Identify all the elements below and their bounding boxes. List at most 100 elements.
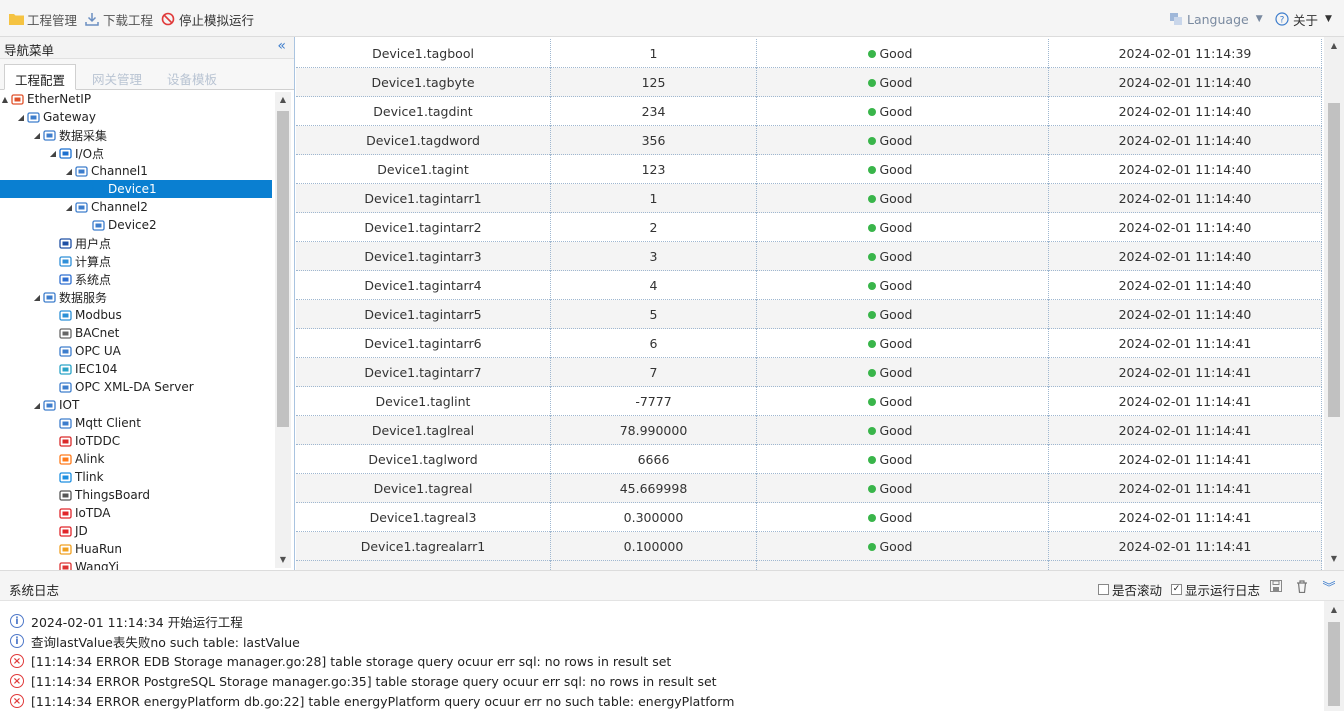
collapse-sidebar-icon[interactable]: « <box>277 38 286 54</box>
log-scroll-thumb[interactable] <box>1328 622 1340 706</box>
tab-project-config[interactable]: 工程配置 <box>4 64 77 90</box>
tree-node-device1[interactable]: Device1 <box>0 180 272 198</box>
gateway-icon <box>26 110 41 124</box>
download-project-button[interactable]: 下载工程 <box>84 10 153 28</box>
tag-name-cell: Device1.tagintarr1 <box>296 184 551 213</box>
tree-node-jd[interactable]: JD <box>0 522 272 540</box>
table-row[interactable]: Device1.tagint 123 Good 2024-02-01 11:14:40 <box>296 155 1322 184</box>
grid-scroll-thumb[interactable] <box>1328 103 1340 417</box>
stop-simulation-button[interactable]: 停止模拟运行 <box>160 10 254 28</box>
about-dropdown[interactable]: ? 关于 ▼ <box>1274 10 1332 28</box>
expand-toggle-icon[interactable]: ◢ <box>32 401 42 410</box>
show-runtime-log-checkbox[interactable]: ✓ 显示运行日志 <box>1171 580 1260 599</box>
tag-name-cell: Device1.tagrealarr1 <box>296 532 551 561</box>
table-cell <box>1049 561 1322 570</box>
project-management-button[interactable]: 工程管理 <box>8 10 77 28</box>
expand-toggle-icon[interactable]: ◢ <box>32 131 42 140</box>
tree-node-mqtt-client[interactable]: Mqtt Client <box>0 414 272 432</box>
tree-node-ethernetip[interactable]: ▲ EtherNetIP <box>0 90 272 108</box>
tree-node-label: 用户点 <box>75 236 112 251</box>
table-row[interactable]: Device1.tagintarr6 6 Good 2024-02-01 11:14:… <box>296 329 1322 358</box>
quality-indicator: Good <box>867 307 938 322</box>
tree-node-device2[interactable]: Device2 <box>0 216 272 234</box>
table-row[interactable]: Device1.tagintarr4 4 Good 2024-02-01 11:14:… <box>296 271 1322 300</box>
table-row[interactable]: Device1.tagreal3 0.300000 Good 2024-02-01 1… <box>296 503 1322 532</box>
tree-node[interactable]: ◢ 数据采集 <box>0 126 272 144</box>
expand-toggle-icon[interactable]: ◢ <box>16 113 26 122</box>
tab-device-templates[interactable]: 设备模板 <box>157 64 227 90</box>
clear-log-icon[interactable] <box>1295 579 1309 593</box>
tree-node-channel1[interactable]: ◢ Channel1 <box>0 162 272 180</box>
scroll-up-icon[interactable]: ▲ <box>1328 605 1340 614</box>
table-row[interactable]: Device1.taglint -7777 Good 2024-02-01 11:14… <box>296 387 1322 416</box>
tree-node-opc-xml-da-server[interactable]: OPC XML-DA Server <box>0 378 272 396</box>
tree-node-alink[interactable]: Alink <box>0 450 272 468</box>
tree-node-modbus[interactable]: Modbus <box>0 306 272 324</box>
tree-node-iec104[interactable]: IEC104 <box>0 360 272 378</box>
table-row[interactable]: Device1.tagbool 1 Good 2024-02-01 11:14:39 <box>296 39 1322 68</box>
save-log-icon[interactable] <box>1269 579 1283 593</box>
table-row[interactable]: Device1.tagbyte 125 Good 2024-02-01 11:14:4… <box>296 68 1322 97</box>
scroll-down-icon[interactable]: ▼ <box>1328 554 1340 563</box>
log-scrollbar[interactable]: ▲ <box>1324 601 1344 711</box>
tag-quality-cell: Good <box>757 68 1049 97</box>
scroll-up-icon[interactable]: ▲ <box>277 95 289 104</box>
quality-label: Good <box>879 423 913 438</box>
table-row[interactable]: Device1.tagintarr7 7 Good 2024-02-01 11:14:… <box>296 358 1322 387</box>
tree-node-opc-ua[interactable]: OPC UA <box>0 342 272 360</box>
tree-node-gateway[interactable]: ◢ Gateway <box>0 108 272 126</box>
tree-node-huarun[interactable]: HuaRun <box>0 540 272 558</box>
tree-node-channel2[interactable]: ◢ Channel2 <box>0 198 272 216</box>
checkbox-box[interactable] <box>1098 584 1109 595</box>
tree-scrollbar[interactable]: ▲ ▼ <box>275 92 291 568</box>
tree-node-label: Alink <box>75 452 105 466</box>
status-dot-icon <box>867 223 876 232</box>
tab-gateway-management[interactable]: 网关管理 <box>82 64 152 90</box>
table-row[interactable]: Device1.tagintarr2 2 Good 2024-02-01 11:14:… <box>296 213 1322 242</box>
tree-node-label: Channel1 <box>91 164 148 178</box>
table-row[interactable]: Device1.tagdword 356 Good 2024-02-01 11:14:… <box>296 126 1322 155</box>
tag-timestamp-cell: 2024-02-01 11:14:39 <box>1049 39 1322 68</box>
status-dot-icon <box>867 136 876 145</box>
tree-node-tlink[interactable]: Tlink <box>0 468 272 486</box>
tree-node-thingsboard[interactable]: ThingsBoard <box>0 486 272 504</box>
tree-node-label: 计算点 <box>75 254 112 269</box>
alink-icon <box>58 452 73 466</box>
tree-node[interactable]: ◢ 数据服务 <box>0 288 272 306</box>
tree-node-iot[interactable]: ◢ IOT <box>0 396 272 414</box>
tree-scroll-thumb[interactable] <box>277 111 289 427</box>
table-row[interactable] <box>296 561 1322 570</box>
tree-node-label: Channel2 <box>91 200 148 214</box>
table-row[interactable]: Device1.taglword 6666 Good 2024-02-01 11:14… <box>296 445 1322 474</box>
table-row[interactable]: Device1.tagintarr3 3 Good 2024-02-01 11:14:… <box>296 242 1322 271</box>
tree-node-bacnet[interactable]: BACnet <box>0 324 272 342</box>
tree-node-iotda[interactable]: IoTDA <box>0 504 272 522</box>
scroll-down-icon[interactable]: ▼ <box>277 555 289 564</box>
tree-node[interactable]: 计算点 <box>0 252 272 270</box>
expand-toggle-icon[interactable]: ◢ <box>64 203 74 212</box>
grid-scrollbar[interactable]: ▲ ▼ <box>1324 37 1344 570</box>
collapse-log-icon[interactable]: ︾ <box>1322 579 1336 596</box>
auto-scroll-checkbox[interactable]: 是否滚动 <box>1098 580 1162 599</box>
expand-toggle-icon[interactable]: ▲ <box>0 95 10 104</box>
expand-toggle-icon[interactable]: ◢ <box>48 149 58 158</box>
table-row[interactable]: Device1.tagintarr1 1 Good 2024-02-01 11:14:… <box>296 184 1322 213</box>
log-entry-text: 2024-02-01 11:14:34 开始运行工程 <box>31 614 243 630</box>
expand-toggle-icon[interactable]: ◢ <box>32 293 42 302</box>
tree-node-wangyi[interactable]: WangYi <box>0 558 272 570</box>
tree-node-i-o[interactable]: ◢ I/O点 <box>0 144 272 162</box>
tree-node[interactable]: 系统点 <box>0 270 272 288</box>
table-row[interactable]: Device1.taglreal 78.990000 Good 2024-02-01 … <box>296 416 1322 445</box>
expand-toggle-icon[interactable]: ◢ <box>64 167 74 176</box>
table-row[interactable]: Device1.tagreal 45.669998 Good 2024-02-01 1… <box>296 474 1322 503</box>
tag-quality-cell: Good <box>757 39 1049 68</box>
tree-node-iotddc[interactable]: IoTDDC <box>0 432 272 450</box>
table-row[interactable]: Device1.tagintarr5 5 Good 2024-02-01 11:14:… <box>296 300 1322 329</box>
checkbox-box[interactable]: ✓ <box>1171 584 1182 595</box>
language-dropdown[interactable]: Language ▼ <box>1168 10 1263 28</box>
table-row[interactable]: Device1.tagdint 234 Good 2024-02-01 11:14:4… <box>296 97 1322 126</box>
tag-name-cell: Device1.tagreal3 <box>296 503 551 532</box>
scroll-up-icon[interactable]: ▲ <box>1328 41 1340 50</box>
tree-node[interactable]: 用户点 <box>0 234 272 252</box>
table-row[interactable]: Device1.tagrealarr1 0.100000 Good 2024-02-0… <box>296 532 1322 561</box>
